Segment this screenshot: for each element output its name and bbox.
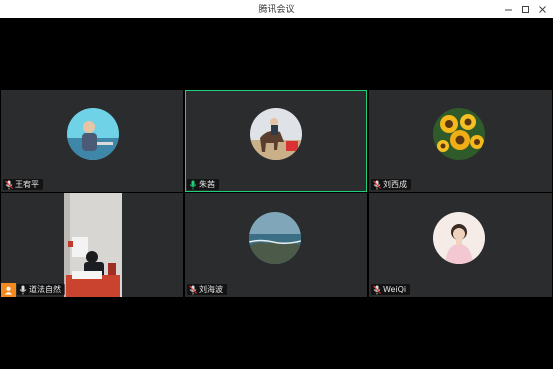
sunflower-avatar [433,108,485,160]
participant-tile-2[interactable]: 朱茜 [185,90,367,192]
video-feed [64,193,122,297]
mic-active-icon[interactable] [189,180,197,190]
title-bar[interactable]: 腾讯会议 [0,0,553,19]
horse-riding-photo-avatar [250,108,302,160]
participant-name-tag: WeiQi [371,284,411,295]
maximize-icon[interactable] [518,2,532,16]
host-badge-icon [1,283,16,297]
participant-tile-4[interactable]: 道法自然 [1,193,183,297]
minimize-icon[interactable] [501,2,515,16]
close-icon[interactable] [535,2,549,16]
participant-tile-1[interactable]: 王宥平 [1,90,183,192]
participant-name-tag: 王宥平 [3,179,43,190]
participant-name: 刘西成 [383,180,407,189]
mic-muted-icon[interactable] [5,180,13,190]
participant-name: 王宥平 [15,180,39,189]
meeting-window: 腾讯会议 王宥平 朱茜 刘西成 道法自然 刘海波 WeiQi [0,0,553,369]
mic-muted-icon[interactable] [373,285,381,295]
participant-name-tag: 刘海波 [187,284,227,295]
participant-name: WeiQi [383,285,407,294]
mic-muted-icon[interactable] [373,180,381,190]
participant-name-tag: 朱茜 [187,179,219,190]
participant-name: 刘海波 [199,285,223,294]
participant-tile-3[interactable]: 刘西成 [369,90,552,192]
video-grid: 王宥平 朱茜 刘西成 道法自然 刘海波 WeiQi [0,18,553,369]
participant-tile-5[interactable]: 刘海波 [185,193,367,297]
child-photo-avatar [67,108,119,160]
participant-name-tag: 刘西成 [371,179,411,190]
participant-tile-6[interactable]: WeiQi [369,193,552,297]
seascape-avatar [249,212,301,264]
participant-name-tag: 道法自然 [17,284,65,295]
window-title: 腾讯会议 [258,5,295,15]
participant-name: 朱茜 [199,180,215,189]
participant-name: 道法自然 [29,285,61,294]
girl-photo-avatar [433,212,485,264]
mic-muted-icon[interactable] [189,285,197,295]
mic-icon[interactable] [19,285,27,295]
